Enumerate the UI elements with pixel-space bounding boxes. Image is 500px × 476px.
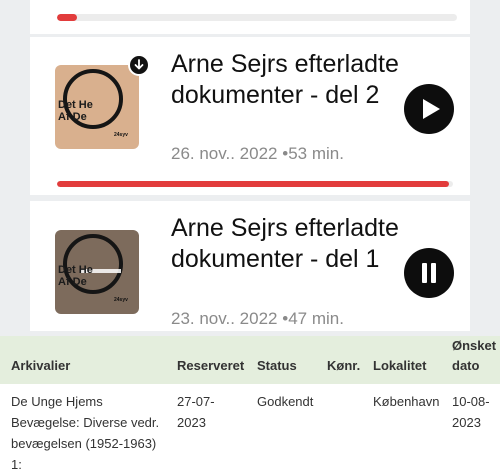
episode-progress-bar — [57, 181, 453, 187]
cell-reserveret-line: 2023 — [177, 415, 206, 430]
play-button[interactable] — [404, 84, 454, 134]
episode-card[interactable]: Det He Af De 24syv Arne Sejrs efterladte… — [30, 37, 470, 195]
progress-bar-previous — [57, 14, 457, 21]
cell-reserveret-line: 27-07- — [177, 394, 215, 409]
cell-onsket-line: 2023 — [452, 415, 481, 430]
header-dato: dato — [452, 358, 480, 373]
pause-button[interactable] — [404, 248, 454, 298]
table-header: Arkivalier Reserveret Status Kønr. Lokal… — [0, 336, 500, 384]
cover-title-line2: Af De — [58, 111, 87, 123]
podcast-cover-image: Det He Af De 24syv — [55, 65, 139, 149]
episode-duration: 53 min. — [288, 144, 344, 163]
header-arkivalier: Arkivalier — [11, 358, 71, 373]
progress-fill — [57, 14, 77, 21]
podcast-cover-image: Det He Af De 24syv — [55, 230, 139, 314]
cell-arkivalier-line: 1: — [11, 457, 22, 472]
header-onsket: Ønsket — [452, 338, 497, 353]
cover-title-line2: Af De — [58, 276, 87, 288]
cover-title-line1: Det He — [58, 264, 93, 276]
play-icon — [423, 99, 440, 119]
header-konr: Kønr. — [327, 358, 361, 373]
cover-title-line1: Det He — [58, 99, 93, 111]
header-lokalitet: Lokalitet — [373, 358, 427, 373]
downloaded-icon — [128, 54, 150, 76]
episode-meta: 26. nov.. 2022 •53 min. — [171, 144, 344, 164]
cell-lokalitet: København — [373, 394, 440, 409]
episode-duration: 47 min. — [288, 309, 344, 328]
episode-title[interactable]: Arne Sejrs efterladte dokumenter - del 1 — [171, 213, 401, 275]
progress-fill — [57, 181, 450, 187]
cell-arkivalier-line: bevægelsen (1952-1963) — [11, 436, 157, 451]
cell-arkivalier-line: Bevægelse: Diverse vedr. — [11, 415, 160, 430]
cover-brand: 24syv — [114, 132, 128, 138]
episode-title[interactable]: Arne Sejrs efterladte dokumenter - del 2 — [171, 49, 401, 111]
reservations-table: Arkivalier Reserveret Status Kønr. Lokal… — [0, 336, 500, 476]
cover-brand: 24syv — [114, 297, 128, 303]
header-status: Status — [257, 358, 297, 373]
cell-onsket-line: 10-08- — [452, 394, 490, 409]
episode-card[interactable]: Det He Af De 24syv Arne Sejrs efterladte… — [30, 201, 470, 331]
episode-date: 23. nov.. 2022 — [171, 309, 278, 328]
cell-arkivalier-line: De Unge Hjems — [11, 394, 103, 409]
header-reserveret: Reserveret — [177, 358, 245, 373]
episode-meta: 23. nov.. 2022 •47 min. — [171, 309, 344, 329]
episode-date: 26. nov.. 2022 — [171, 144, 278, 163]
pause-icon — [422, 263, 436, 283]
cell-status: Godkendt — [257, 394, 314, 409]
